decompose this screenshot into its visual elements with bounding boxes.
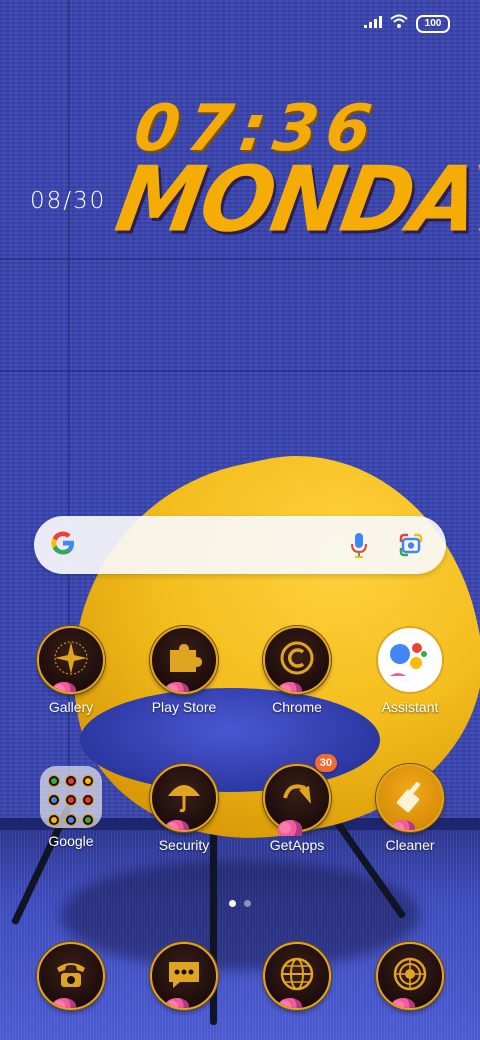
signal-bars-icon — [364, 15, 382, 33]
app-security[interactable]: Security — [129, 764, 239, 853]
umbrella-icon — [150, 764, 218, 832]
dock-browser[interactable] — [242, 942, 352, 1010]
app-label: Play Store — [151, 699, 217, 715]
google-search-bar[interactable] — [34, 516, 446, 574]
app-assistant[interactable]: Assistant — [355, 626, 465, 715]
app-gallery[interactable]: Gallery — [16, 626, 126, 715]
microphone-icon[interactable] — [350, 532, 368, 565]
google-assistant-icon — [376, 626, 444, 694]
compass-star-icon — [37, 626, 105, 694]
camera-aperture-icon — [376, 942, 444, 1010]
page-indicator[interactable] — [229, 900, 251, 907]
app-label: Chrome — [272, 699, 322, 715]
status-bar: 100 — [364, 14, 450, 33]
dock-phone[interactable] — [16, 942, 126, 1010]
app-label: GetApps — [269, 837, 325, 853]
google-folder-icon — [40, 766, 102, 828]
app-label: Google — [48, 833, 94, 849]
app-getapps[interactable]: 30 GetApps — [242, 754, 352, 853]
telephone-icon — [37, 942, 105, 1010]
globe-icon — [263, 942, 331, 1010]
page-dot-active — [229, 900, 236, 907]
clock-date: 08/30 — [30, 188, 107, 214]
chat-bubble-icon — [150, 942, 218, 1010]
notification-badge: 30 — [314, 754, 337, 772]
arrow-curve-icon: 30 — [263, 754, 337, 836]
wall-seam — [0, 370, 480, 372]
app-label: Security — [158, 837, 210, 853]
app-chrome[interactable]: Chrome — [242, 626, 352, 715]
dock-camera[interactable] — [355, 942, 465, 1010]
page-dot — [244, 900, 251, 907]
google-g-icon — [48, 528, 78, 563]
app-play-store[interactable]: Play Store — [129, 626, 239, 715]
puzzle-icon — [150, 626, 218, 694]
app-label: Cleaner — [385, 837, 435, 853]
app-google-folder[interactable]: Google — [16, 764, 126, 849]
google-lens-icon[interactable] — [398, 532, 424, 563]
broom-icon — [376, 764, 444, 832]
copyright-c-icon — [263, 626, 331, 694]
wall-seam — [0, 258, 480, 260]
app-label: Assistant — [381, 699, 439, 715]
dock-messages[interactable] — [129, 942, 239, 1010]
app-cleaner[interactable]: Cleaner — [355, 764, 465, 853]
app-label: Gallery — [48, 699, 94, 715]
clock-day: MONDAY — [108, 147, 480, 253]
wifi-icon — [390, 14, 408, 33]
battery-indicator: 100 — [416, 14, 450, 33]
